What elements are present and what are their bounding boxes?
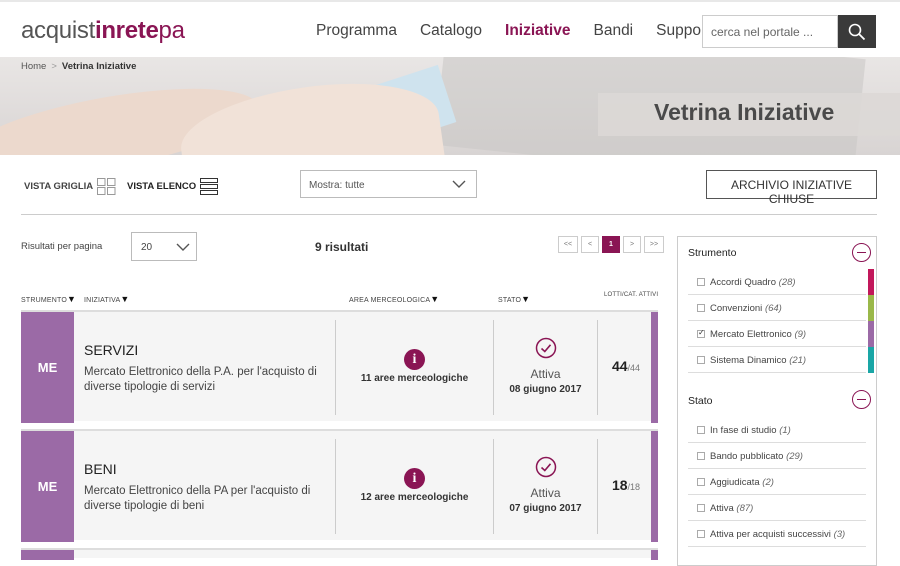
collapse-icon[interactable] [852, 390, 871, 409]
strumento-tag: ME [21, 312, 74, 423]
checkbox-checked[interactable] [697, 328, 705, 338]
site-logo[interactable]: acquistinretepa [21, 17, 185, 45]
chevron-down-icon [452, 180, 466, 188]
pager-last[interactable]: >> [644, 236, 664, 253]
nav-iniziative[interactable]: Iniziative [505, 22, 570, 40]
checkbox[interactable] [697, 278, 705, 286]
grid-icon [97, 178, 116, 195]
initiative-title[interactable]: SERVIZI [84, 342, 138, 358]
checkbox[interactable] [697, 356, 705, 364]
status-text: Attiva [530, 367, 561, 381]
filter-accordi-quadro[interactable]: Accordi Quadro (28) [688, 269, 874, 295]
info-icon[interactable]: i [404, 468, 425, 489]
filter-in-fase-di-studio[interactable]: In fase di studio (1) [688, 417, 866, 443]
site-header: acquistinretepa Programma Catalogo Inizi… [0, 0, 900, 57]
check-circle-icon [535, 337, 557, 359]
filter-attiva-acquisti-successivi[interactable]: Attiva per acquisti successivi (3) [688, 521, 866, 547]
check-circle-icon [535, 456, 557, 478]
filter-bando-pubblicato[interactable]: Bando pubblicato (29) [688, 443, 866, 469]
checkbox[interactable] [697, 304, 705, 312]
breadcrumb-current: Vetrina Iniziative [61, 61, 137, 72]
pager-prev[interactable]: < [581, 236, 599, 253]
search-icon [848, 23, 866, 40]
per-page-select[interactable]: 20 [131, 232, 197, 261]
strumento-tag: ME [21, 431, 74, 542]
nav-bandi[interactable]: Bandi [593, 22, 633, 40]
pager-page-1[interactable]: 1 [602, 236, 620, 253]
initiative-row[interactable]: ME SERVIZI Mercato Elettronico della P.A… [21, 310, 658, 423]
status-date: 08 giugno 2017 [509, 384, 582, 395]
col-lotti: LOTTI/CAT. ATTIVI [604, 292, 659, 298]
per-page-label: Risultati per pagina [21, 241, 103, 252]
results-count: 9 risultati [315, 240, 369, 254]
col-iniziativa[interactable]: INIZIATIVA▼ [84, 294, 129, 304]
filter-sidebar: Strumento Accordi Quadro (28) Convenzion… [677, 236, 877, 566]
breadcrumb-home[interactable]: Home [21, 61, 46, 72]
aree-count: 12 aree merceologiche [360, 492, 469, 503]
page-banner: Home > Vetrina Iniziative Vetrina Iniziati… [0, 57, 900, 155]
filter-attiva[interactable]: Attiva (87) [688, 495, 866, 521]
nav-programma[interactable]: Programma [316, 22, 397, 40]
nav-catalogo[interactable]: Catalogo [420, 22, 482, 40]
grid-view-toggle[interactable]: VISTA GRIGLIA [24, 178, 116, 195]
aree-count: 11 aree merceologiche [360, 373, 469, 384]
checkbox[interactable] [697, 426, 705, 434]
status-date: 07 giugno 2017 [509, 503, 582, 514]
filter-aggiudicata[interactable]: Aggiudicata (2) [688, 469, 866, 495]
filter-sistema-dinamico[interactable]: Sistema Dinamico (21) [688, 347, 874, 373]
filter-stato-title: Stato [688, 395, 713, 407]
status-text: Attiva [530, 486, 561, 500]
initiative-desc: Mercato Elettronico della P.A. per l'acq… [84, 366, 317, 393]
initiative-desc: Mercato Elettronico della PA per l'acqui… [84, 485, 311, 512]
filter-strumento-title: Strumento [688, 247, 737, 259]
checkbox[interactable] [697, 452, 705, 460]
col-stato[interactable]: STATO▼ [498, 294, 530, 304]
lotti-count: 44/44 [611, 358, 641, 374]
collapse-icon[interactable] [852, 243, 871, 262]
initiative-row[interactable]: ME BENI Mercato Elettronico della PA per… [21, 429, 658, 542]
info-icon[interactable]: i [404, 349, 425, 370]
pager-first[interactable]: << [558, 236, 578, 253]
page-title: Vetrina Iniziative [598, 93, 900, 136]
search-button[interactable] [838, 15, 876, 48]
list-view-toggle[interactable]: VISTA ELENCO [127, 178, 219, 195]
initiative-title[interactable]: BENI [84, 461, 117, 477]
search-input[interactable]: cerca nel portale ... [702, 15, 838, 48]
initiative-row[interactable] [21, 548, 658, 560]
archive-button[interactable]: ARCHIVIO INIZIATIVE CHIUSE [706, 170, 877, 206]
chevron-down-icon [176, 243, 190, 251]
pagination: << < 1 > >> [558, 236, 664, 253]
list-icon [200, 178, 219, 195]
checkbox[interactable] [697, 504, 705, 512]
checkbox[interactable] [697, 478, 705, 486]
col-area[interactable]: AREA MERCEOLOGICA▼ [349, 294, 439, 304]
filter-select[interactable]: Mostra: tutte [300, 170, 477, 198]
view-toolbar: VISTA GRIGLIA VISTA ELENCO Mostra: tutte… [21, 170, 877, 215]
breadcrumb: Home > Vetrina Iniziative [21, 61, 137, 72]
filter-convenzioni[interactable]: Convenzioni (64) [688, 295, 874, 321]
lotti-count: 18/18 [611, 477, 641, 493]
pager-next[interactable]: > [623, 236, 641, 253]
filter-mercato-elettronico[interactable]: Mercato Elettronico (9) [688, 321, 874, 347]
col-strumento[interactable]: STRUMENTO▼ [21, 294, 76, 304]
main-nav: Programma Catalogo Iniziative Bandi Supp… [316, 22, 742, 40]
checkbox[interactable] [697, 530, 705, 538]
